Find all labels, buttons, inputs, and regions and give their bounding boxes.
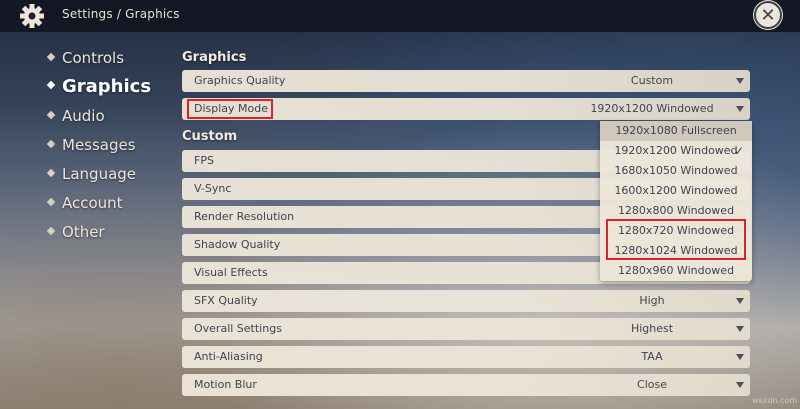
setting-value: Custom [630, 74, 674, 87]
gear-icon [20, 4, 44, 28]
chevron-down-icon [736, 298, 744, 304]
dropdown-option[interactable]: 1280x1024 Windowed [600, 241, 752, 261]
setting-value: Highest [630, 322, 674, 335]
diamond-bullet-icon [46, 139, 56, 148]
sidebar-item-label: Audio [62, 107, 105, 125]
dropdown-option[interactable]: 1280x960 Windowed [600, 261, 752, 281]
setting-row-motion-blur[interactable]: Motion Blur Close [182, 374, 750, 396]
dropdown-option[interactable]: 1920x1080 Fullscreen [600, 121, 752, 141]
sidebar-item-label: Other [62, 223, 105, 241]
sidebar-item-label: Messages [62, 136, 136, 154]
setting-row-anti-aliasing[interactable]: Anti-Aliasing TAA [182, 346, 750, 368]
chevron-down-icon [736, 382, 744, 388]
setting-label: Visual Effects [194, 266, 268, 279]
dropdown-option[interactable]: 1680x1050 Windowed [600, 161, 752, 181]
dropdown-option[interactable]: 1600x1200 Windowed [600, 181, 752, 201]
sidebar-item-other[interactable]: Other [46, 223, 105, 241]
top-bar: Settings / Graphics ✕ [0, 0, 800, 32]
diamond-bullet-icon [46, 197, 56, 206]
setting-label: Overall Settings [194, 322, 282, 335]
setting-row-sfx-quality[interactable]: SFX Quality High [182, 290, 750, 312]
dropdown-option[interactable]: 1920x1200 Windowed ✓ [600, 141, 752, 161]
option-label: 1280x800 Windowed [617, 204, 735, 217]
section-title-custom: Custom [182, 129, 238, 144]
close-button[interactable]: ✕ [754, 1, 782, 29]
diamond-bullet-icon [46, 80, 56, 90]
chevron-down-icon [736, 326, 744, 332]
checkmark-icon: ✓ [733, 144, 744, 158]
setting-value: 1920x1200 Windowed [590, 102, 714, 115]
sidebar-item-messages[interactable]: Messages [46, 136, 136, 154]
option-label: 1600x1200 Windowed [614, 184, 738, 197]
option-label: 1680x1050 Windowed [614, 164, 738, 177]
diamond-bullet-icon [46, 110, 56, 119]
option-label: 1920x1080 Fullscreen [615, 124, 737, 137]
option-label: 1280x960 Windowed [617, 264, 735, 277]
watermark: wsxdn.com [752, 396, 798, 405]
dropdown-option[interactable]: 1280x720 Windowed [600, 221, 752, 241]
diamond-bullet-icon [46, 226, 56, 235]
setting-row-display-mode[interactable]: Display Mode 1920x1200 Windowed [182, 98, 750, 120]
sidebar-item-account[interactable]: Account [46, 194, 123, 212]
breadcrumb: Settings / Graphics [62, 7, 180, 21]
chevron-down-icon [736, 78, 744, 84]
setting-label: FPS [194, 154, 214, 167]
setting-label: V-Sync [194, 182, 232, 195]
section-title-graphics: Graphics [182, 50, 247, 65]
diamond-bullet-icon [46, 168, 56, 177]
sidebar-item-label: Account [62, 194, 123, 212]
sidebar-item-audio[interactable]: Audio [46, 107, 105, 125]
sidebar-item-label: Controls [62, 49, 125, 67]
setting-label: Shadow Quality [194, 238, 281, 251]
sidebar-item-language[interactable]: Language [46, 165, 137, 183]
sidebar-item-controls[interactable]: Controls [46, 49, 125, 67]
option-label: 1280x720 Windowed [617, 224, 735, 237]
setting-row-overall-settings[interactable]: Overall Settings Highest [182, 318, 750, 340]
setting-label: Display Mode [194, 102, 269, 115]
close-icon: ✕ [760, 4, 776, 26]
diamond-bullet-icon [46, 52, 56, 61]
display-mode-dropdown: 1920x1080 Fullscreen 1920x1200 Windowed ✓… [600, 121, 752, 281]
sidebar-item-label: Graphics [62, 76, 152, 97]
setting-label: SFX Quality [194, 294, 258, 307]
setting-label: Anti-Aliasing [194, 350, 263, 363]
setting-value: High [639, 294, 665, 307]
setting-label: Motion Blur [194, 378, 257, 391]
chevron-down-icon [736, 354, 744, 360]
setting-value: Close [637, 378, 667, 391]
setting-label: Render Resolution [194, 210, 295, 223]
setting-label: Graphics Quality [194, 74, 286, 87]
sidebar-item-label: Language [62, 165, 137, 183]
setting-row-graphics-quality[interactable]: Graphics Quality Custom [182, 70, 750, 92]
dropdown-option[interactable]: 1280x800 Windowed [600, 201, 752, 221]
option-label: 1280x1024 Windowed [614, 244, 738, 257]
sidebar-item-graphics[interactable]: Graphics [46, 76, 152, 97]
setting-value: TAA [641, 350, 663, 363]
chevron-down-icon [736, 106, 744, 112]
option-label: 1920x1200 Windowed [614, 144, 738, 157]
